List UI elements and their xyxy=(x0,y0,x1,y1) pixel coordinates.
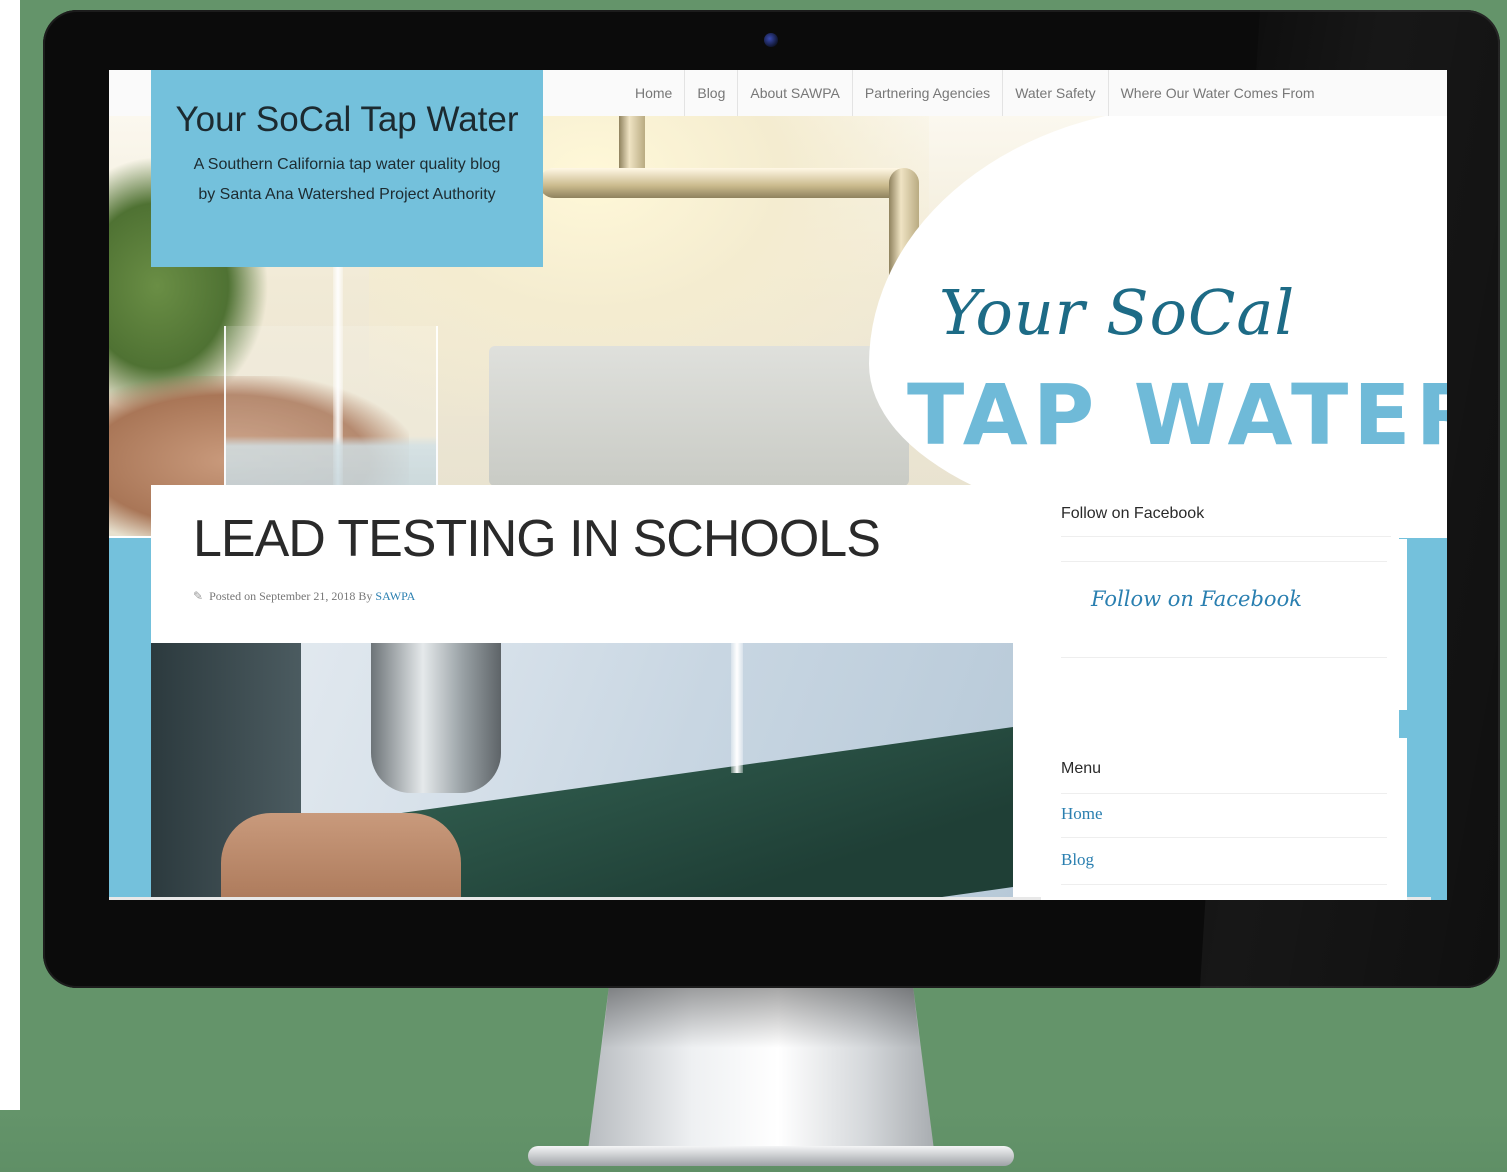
menu-widget: Menu Home Blog xyxy=(1041,738,1407,900)
divider xyxy=(1061,793,1387,794)
article-header: LEAD TESTING IN SCHOOLS ✎ Posted on Septe… xyxy=(151,485,1013,643)
nav-item-about-sawpa[interactable]: About SAWPA xyxy=(738,70,853,116)
article-title[interactable]: LEAD TESTING IN SCHOOLS xyxy=(193,509,881,569)
image-hand xyxy=(221,813,461,900)
website-screen: Home Blog About SAWPA Partnering Agencie… xyxy=(109,70,1447,900)
image-fountain-tap xyxy=(371,643,501,793)
nav-menu: Home Blog About SAWPA Partnering Agencie… xyxy=(623,70,1327,116)
divider xyxy=(1061,561,1387,562)
site-tagline: A Southern California tap water quality … xyxy=(193,156,501,203)
hero-logo-script: Your SoCal xyxy=(939,276,1296,349)
facebook-widget: Follow on Facebook Follow on Facebook xyxy=(1013,485,1407,710)
menu-widget-title: Menu xyxy=(1061,760,1102,777)
divider xyxy=(1061,657,1387,658)
facebook-widget-title: Follow on Facebook xyxy=(1061,505,1205,522)
monitor-stand-shadow xyxy=(601,988,921,1048)
divider xyxy=(1061,837,1387,838)
hero-logo-wordmark: TAP WATER xyxy=(907,366,1447,464)
facebook-widget-header: Follow on Facebook xyxy=(1013,485,1399,539)
nav-item-blog[interactable]: Blog xyxy=(685,70,739,116)
image-water-stream xyxy=(731,643,743,773)
hero-faucet-arm xyxy=(539,168,919,198)
follow-on-facebook-link[interactable]: Follow on Facebook xyxy=(1091,587,1302,611)
nav-item-partnering-agencies[interactable]: Partnering Agencies xyxy=(853,70,1004,116)
menu-link-blog[interactable]: Blog xyxy=(1061,850,1094,870)
site-branding: Your SoCal Tap Water A Southern Californ… xyxy=(151,70,543,267)
facebook-widget-body: Follow on Facebook xyxy=(1041,539,1407,710)
content-accent-left xyxy=(109,538,151,900)
post-meta: ✎ Posted on September 21, 2018 By SAWPA xyxy=(193,589,415,604)
webcam-icon xyxy=(764,33,778,47)
monitor-base xyxy=(528,1146,1014,1166)
hero-sink-image xyxy=(489,346,909,486)
site-title[interactable]: Your SoCal Tap Water xyxy=(151,100,543,140)
post-meta-text: Posted on September 21, 2018 By xyxy=(209,589,376,603)
divider xyxy=(1061,536,1391,537)
article-featured-image xyxy=(151,643,1013,900)
menu-link-home[interactable]: Home xyxy=(1061,804,1103,824)
nav-item-where-our-water-comes-from[interactable]: Where Our Water Comes From xyxy=(1109,70,1327,116)
pencil-icon: ✎ xyxy=(193,589,204,603)
nav-item-home[interactable]: Home xyxy=(623,70,686,116)
divider xyxy=(1061,884,1387,885)
nav-item-water-safety[interactable]: Water Safety xyxy=(1003,70,1109,116)
author-link[interactable]: SAWPA xyxy=(375,589,415,603)
